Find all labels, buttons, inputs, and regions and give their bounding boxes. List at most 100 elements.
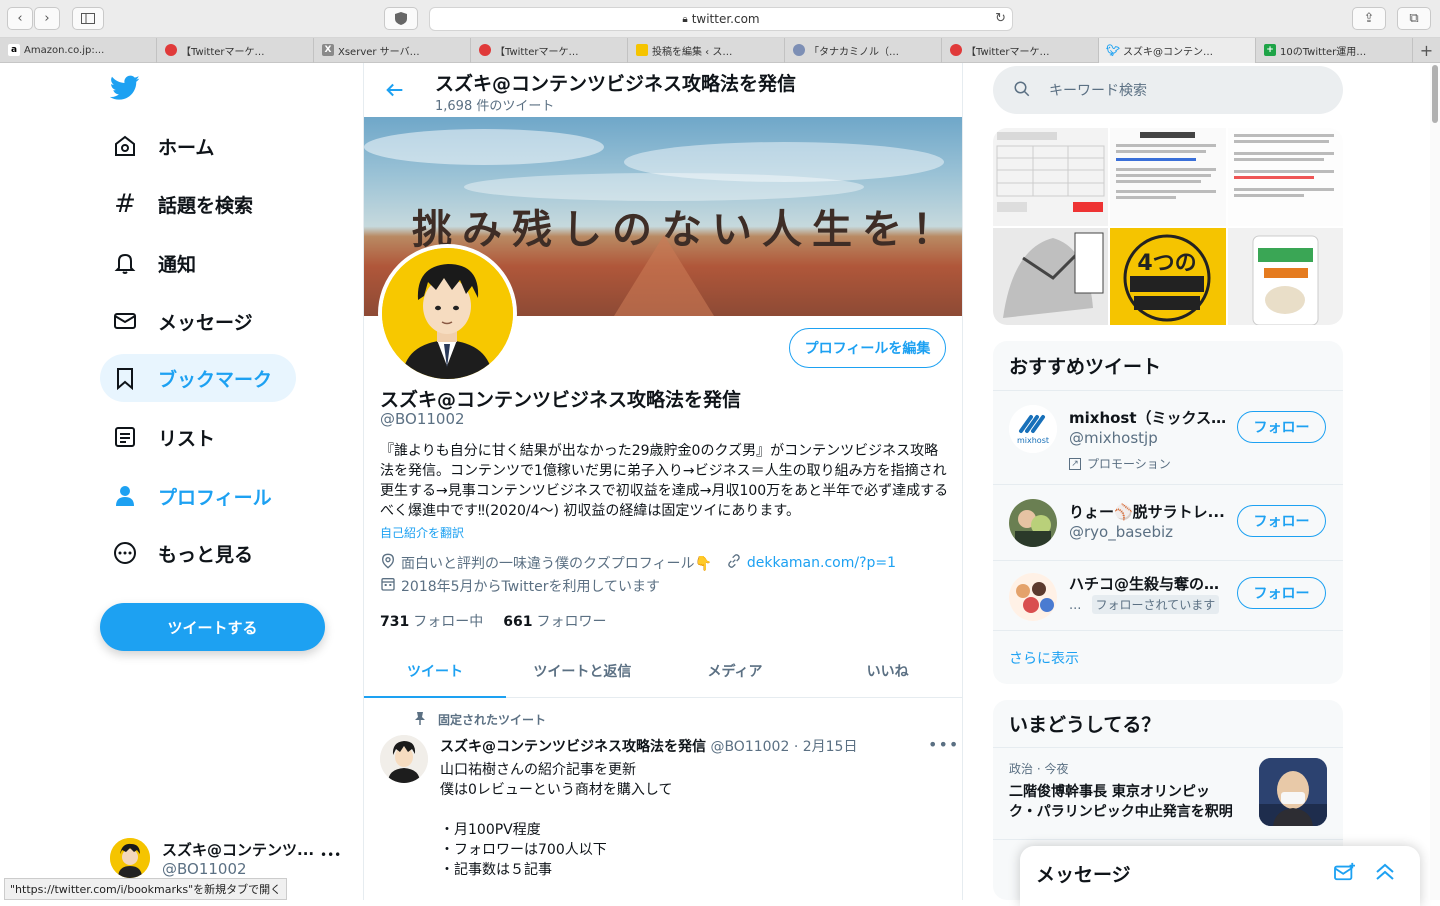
nav-explore[interactable]: # 話題を検索 — [100, 180, 277, 228]
followers-count: 661 — [503, 614, 533, 630]
nav-messages[interactable]: メッセージ — [100, 297, 277, 345]
new-message-icon[interactable] — [1334, 862, 1356, 886]
back-nav-button[interactable]: ‹ — [7, 7, 33, 30]
reload-icon[interactable]: ↻ — [995, 11, 1006, 26]
nav-profile[interactable]: プロフィール — [100, 472, 296, 520]
media-thumb[interactable] — [1227, 128, 1343, 226]
list-icon — [112, 424, 138, 450]
browser-tab[interactable]: X Xserver サーバ… — [314, 38, 471, 63]
forward-nav-button[interactable]: › — [34, 7, 60, 30]
user-name: ハチコ@生殺与奪の権... — [1069, 575, 1229, 593]
browser-tab[interactable]: 投稿を編集 ‹ ス… — [628, 38, 785, 63]
tab-label: 【Twitterマーケ… — [181, 47, 265, 58]
show-more-link[interactable]: さらに表示 — [993, 631, 1343, 684]
follow-button[interactable]: フォロー — [1237, 577, 1326, 609]
trend-item[interactable]: 政治 · 今夜 二階俊博幹事長 東京オリンピック・パラリンピック中止発言を釈明 — [993, 748, 1343, 840]
recommend-user[interactable]: りょー⚾脱サラトレ... @ryo_basebiz フォロー — [993, 485, 1343, 561]
media-thumb[interactable] — [993, 227, 1109, 325]
follow-button[interactable]: フォロー — [1237, 505, 1326, 537]
browser-tab[interactable]: 「タナカミノル（… — [785, 38, 942, 63]
tab-label: 【Twitterマーケ… — [966, 47, 1050, 58]
tweet-more-icon[interactable]: ••• — [928, 735, 959, 754]
sidebar-toggle-button[interactable] — [72, 7, 104, 30]
media-thumb[interactable] — [993, 128, 1109, 226]
tab-label: 【Twitterマーケ… — [495, 47, 579, 58]
chevron-left-icon: ‹ — [17, 11, 23, 26]
search-placeholder: キーワード検索 — [1049, 83, 1147, 99]
nav-label: リスト — [158, 427, 216, 450]
following-label: フォロー中 — [413, 614, 484, 630]
bookmark-icon — [112, 365, 138, 391]
tweet-avatar[interactable] — [380, 735, 428, 783]
nav-label: ホーム — [158, 136, 215, 159]
profile-website-link[interactable]: dekkaman.com/?p=1 — [747, 555, 896, 571]
tweet-button[interactable]: ツイートする — [100, 603, 325, 651]
chevron-up-icon[interactable] — [1374, 862, 1396, 886]
amazon-icon: a — [8, 44, 20, 56]
following-link[interactable]: 731 フォロー中 — [380, 611, 483, 631]
browser-tab[interactable]: 【Twitterマーケ… — [942, 38, 1099, 63]
red-logo-icon — [165, 44, 177, 56]
recommend-user[interactable]: mixhost mixhost（ミックスホ... @mixhostjp ↗ プロ… — [993, 391, 1343, 485]
nav-notifications[interactable]: 通知 — [100, 239, 220, 287]
tab-likes[interactable]: いいね — [811, 644, 962, 697]
search-input[interactable]: キーワード検索 — [993, 66, 1343, 114]
svg-text:mixhost: mixhost — [1017, 436, 1049, 445]
recommend-user[interactable]: ハチコ@生殺与奪の権... ... フォローされています フォロー — [993, 561, 1343, 631]
scrollbar-thumb[interactable] — [1432, 65, 1438, 123]
profile-joined: 2018年5月からTwitterを利用しています — [401, 579, 661, 595]
nav-label: メッセージ — [158, 311, 253, 334]
nav-label: 通知 — [158, 253, 197, 276]
back-arrow-icon[interactable] — [384, 79, 406, 105]
tab-label: 10のTwitter運用… — [1280, 47, 1367, 58]
tab-media[interactable]: メディア — [659, 644, 812, 697]
browser-tab[interactable]: +10のTwitter運用… — [1256, 38, 1413, 63]
followers-link[interactable]: 661 フォロワー — [503, 611, 606, 631]
messages-drawer[interactable]: メッセージ — [1020, 846, 1420, 906]
more-dots-icon[interactable]: ••• — [320, 848, 341, 862]
promoted-icon: ↗ — [1069, 457, 1081, 470]
profile-avatar[interactable] — [378, 244, 517, 383]
blob-icon — [793, 44, 805, 56]
nav-label: もっと見る — [158, 543, 254, 566]
browser-tab[interactable]: 【Twitterマーケ… — [471, 38, 628, 63]
tab-overview-button[interactable]: ⧉ — [1397, 7, 1431, 30]
follow-stats: 731 フォロー中 661 フォロワー — [380, 611, 606, 631]
nav-home[interactable]: ホーム — [100, 122, 238, 170]
pinned-text: 固定されたツイート — [438, 713, 547, 727]
browser-tab-active[interactable]: 🐦︎ スズキ@コンテン… — [1099, 38, 1256, 63]
bell-icon — [112, 250, 138, 276]
user-handle: @ryo_basebiz — [1069, 523, 1174, 541]
nav-more[interactable]: もっと見る — [100, 529, 277, 577]
tab-label: 投稿を編集 ‹ ス… — [652, 47, 733, 58]
user-name: mixhost（ミックスホ... — [1069, 409, 1229, 427]
twitter-logo-icon[interactable] — [109, 75, 140, 105]
privacy-report-button[interactable] — [384, 7, 418, 30]
green-plus-icon: + — [1264, 44, 1276, 56]
tweet-author[interactable]: スズキ@コンテンツビジネス攻略法を発信 — [440, 739, 706, 755]
browser-tab[interactable]: 【Twitterマーケ… — [157, 38, 314, 63]
share-button[interactable]: ⇪ — [1352, 7, 1386, 30]
more-circle-icon — [112, 540, 138, 566]
profile-handle: @BO11002 — [380, 410, 465, 428]
translate-bio-link[interactable]: 自己紹介を翻訳 — [380, 524, 464, 541]
user-handle-row: ... フォローされています — [1069, 595, 1220, 614]
media-thumb[interactable] — [1110, 128, 1226, 226]
nav-lists[interactable]: リスト — [100, 413, 239, 461]
new-tab-button[interactable]: + — [1413, 38, 1440, 62]
page-scrollbar[interactable] — [1430, 63, 1440, 900]
tab-label: Amazon.co.jp:... — [24, 45, 105, 56]
follow-button[interactable]: フォロー — [1237, 411, 1326, 443]
red-logo-icon — [950, 44, 962, 56]
account-switcher[interactable]: スズキ@コンテンツ... @BO11002 ••• — [110, 833, 350, 883]
tab-tweets-replies[interactable]: ツイートと返信 — [506, 644, 659, 697]
nav-bookmarks[interactable]: ブックマーク — [100, 354, 296, 402]
edit-profile-button[interactable]: プロフィールを編集 — [789, 328, 946, 368]
browser-tab[interactable]: a Amazon.co.jp:... — [0, 38, 157, 63]
address-bar[interactable]: 🔒︎ twitter.com ↻ — [429, 7, 1013, 31]
media-thumb[interactable] — [1227, 227, 1343, 325]
profile-header: スズキ@コンテンツビジネス攻略法を発信 1,698 件のツイート — [364, 63, 962, 117]
media-thumb[interactable]: 4つの — [1110, 227, 1226, 325]
tab-tweets[interactable]: ツイート — [364, 644, 506, 698]
hashtag-icon: # — [114, 189, 136, 219]
